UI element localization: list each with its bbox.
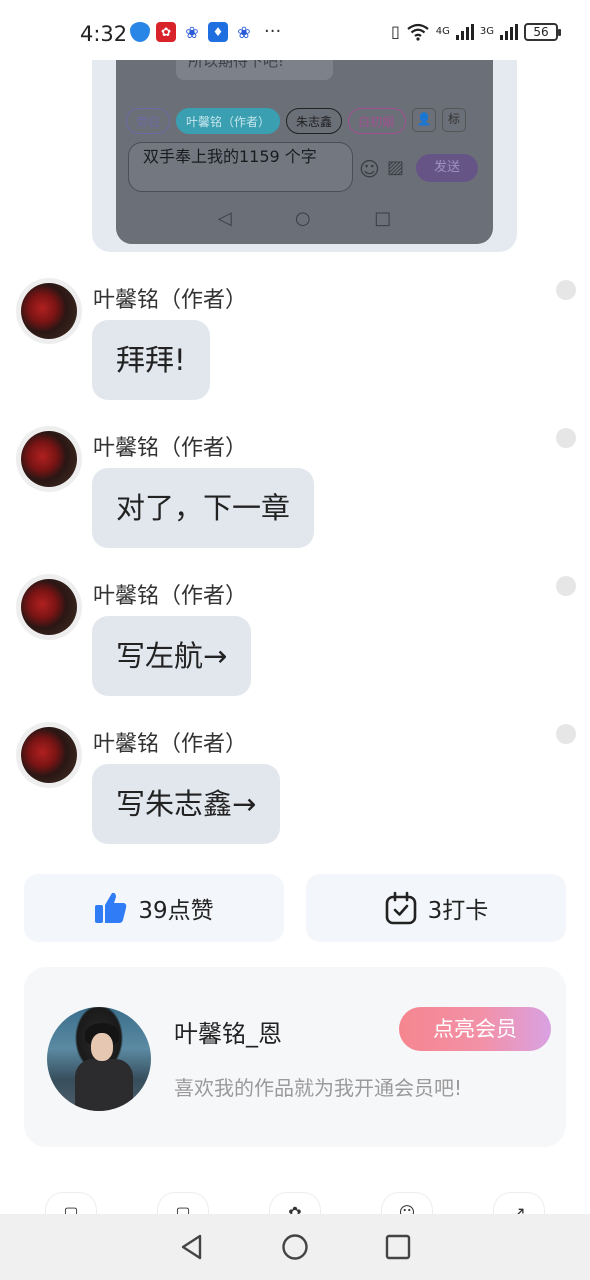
network-3g-label: 3G <box>479 26 494 37</box>
chat-message: 叶馨铭（作者） 拜拜! <box>16 278 576 403</box>
preview-chip: 叶馨铭（作者） <box>176 108 281 134</box>
preview-image-icon: ▨ <box>387 157 405 178</box>
calendar-check-icon <box>385 891 416 925</box>
bulb-icon: ♦ <box>208 22 228 42</box>
thumbs-up-icon <box>95 892 127 923</box>
preview-chip: 旁白 <box>126 108 171 134</box>
sender-name: 叶馨铭（作者） <box>93 288 248 313</box>
avatar[interactable] <box>16 574 82 640</box>
preview-back-icon: ◁ <box>217 208 232 229</box>
chat-message: 叶馨铭（作者） 对了，下一章 <box>16 426 576 551</box>
avatar-figure-face <box>91 1033 113 1061</box>
sender-name: 叶馨铭（作者） <box>93 732 248 757</box>
preview-role-chips: 旁白 叶馨铭（作者） 朱志鑫 白初姻 👤 标 <box>126 108 467 134</box>
avatar[interactable] <box>16 278 82 344</box>
paw-icon-2: ❀ <box>234 22 254 42</box>
author-avatar[interactable] <box>47 1007 151 1111</box>
message-bubble[interactable]: 写朱志鑫→ <box>92 764 281 844</box>
vip-button[interactable]: 点亮会员 <box>399 1007 551 1051</box>
battery-indicator: 56 <box>524 22 561 41</box>
author-description: 喜欢我的作品就为我开通会员吧! <box>174 1076 463 1100</box>
vibrate-icon: ▯ <box>390 22 400 41</box>
preview-send-button: 发送 <box>416 154 478 182</box>
avatar[interactable] <box>16 426 82 492</box>
sender-name: 叶馨铭（作者） <box>93 436 248 461</box>
status-time: 4:32 <box>80 22 128 46</box>
avatar[interactable] <box>16 722 82 788</box>
avatar-image <box>21 579 77 635</box>
like-button[interactable]: 39点赞 <box>24 874 284 942</box>
avatar-image <box>21 727 77 783</box>
chat-message: 叶馨铭（作者） 写朱志鑫→ <box>16 722 576 847</box>
punch-button[interactable]: 3打卡 <box>306 874 566 942</box>
system-icons: ▯ 4G 3G 56 <box>390 22 561 41</box>
gift-icon: ✿ <box>156 22 176 42</box>
avatar-image <box>21 283 77 339</box>
message-bubble[interactable]: 拜拜! <box>92 320 210 400</box>
preview-emoji-icon: ☺ <box>359 157 380 181</box>
shield-icon <box>130 22 150 42</box>
avatar-image <box>21 431 77 487</box>
preview-recents-icon: □ <box>374 208 392 229</box>
preview-person-icon: 👤 <box>412 108 437 132</box>
sender-name: 叶馨铭（作者） <box>93 584 248 609</box>
recents-icon[interactable] <box>384 1233 412 1261</box>
like-count: 39点赞 <box>138 898 214 924</box>
author-name: 叶馨铭_恩 <box>174 1020 282 1048</box>
avatar-figure-body <box>75 1059 133 1111</box>
preview-tag-icon: 标 <box>442 108 467 132</box>
status-bar: 4:32 ✿ ❀ ♦ ❀ ··· ▯ 4G 3G 56 <box>0 0 590 60</box>
system-navigation-bar <box>0 1214 590 1280</box>
preview-input: 双手奉上我的1159 个字 <box>128 142 353 192</box>
home-icon[interactable] <box>281 1233 309 1261</box>
author-card: 叶馨铭_恩 喜欢我的作品就为我开通会员吧! 点亮会员 <box>24 967 566 1147</box>
comment-dot[interactable] <box>556 428 576 448</box>
comment-dot[interactable] <box>556 576 576 596</box>
comment-dot[interactable] <box>556 280 576 300</box>
message-bubble[interactable]: 对了，下一章 <box>92 468 315 548</box>
preview-home-icon: ○ <box>295 208 311 229</box>
preview-chip: 白初姻 <box>348 108 407 134</box>
preview-screenshot: 所以期待下吧! 旁白 叶馨铭（作者） 朱志鑫 白初姻 👤 标 双手奉上我的115… <box>116 40 493 244</box>
signal-icon <box>455 23 474 40</box>
network-4g-label: 4G <box>435 26 450 37</box>
wifi-icon <box>407 23 429 41</box>
chat-reader-screen: 4:32 ✿ ❀ ♦ ❀ ··· ▯ 4G 3G 56 所以期待下吧! 旁白 叶… <box>0 0 590 1280</box>
back-icon[interactable] <box>178 1233 206 1261</box>
notification-icons: ✿ ❀ ♦ ❀ ··· <box>130 22 281 42</box>
punch-count: 3打卡 <box>427 898 489 924</box>
comment-dot[interactable] <box>556 724 576 744</box>
preview-chip: 朱志鑫 <box>286 108 343 134</box>
signal-icon-2 <box>500 23 518 40</box>
message-bubble[interactable]: 写左航→ <box>92 616 252 696</box>
chat-message: 叶馨铭（作者） 写左航→ <box>16 574 576 699</box>
preview-nav: ◁ ○ □ <box>116 208 493 229</box>
paw-icon: ❀ <box>182 22 202 42</box>
more-notifications-icon: ··· <box>264 21 282 42</box>
